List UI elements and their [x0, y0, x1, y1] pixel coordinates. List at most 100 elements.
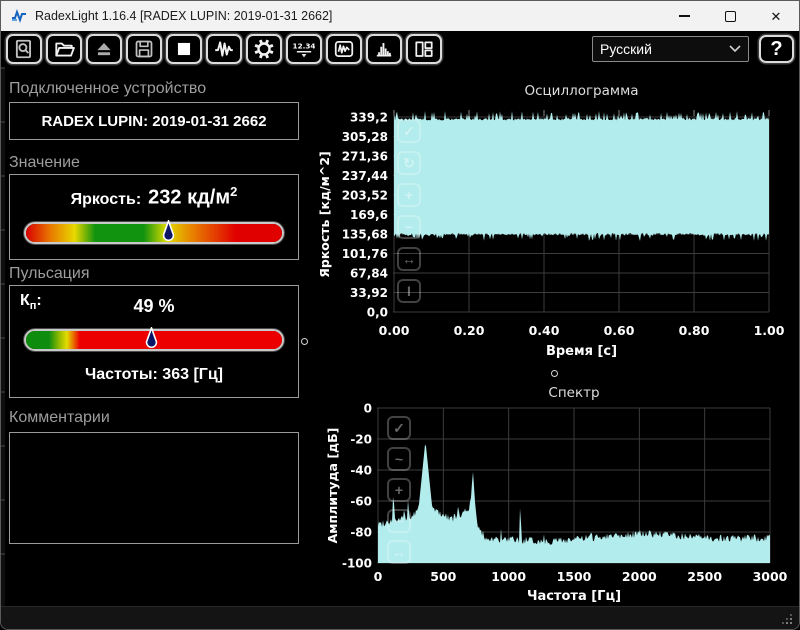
chart-tool-fit-v-icon[interactable]: I: [397, 279, 421, 303]
kp-value: 49 %: [10, 296, 298, 317]
svg-text:203,52: 203,52: [342, 189, 388, 203]
close-icon: ✕: [771, 10, 782, 23]
settings-button[interactable]: [246, 34, 282, 64]
language-select[interactable]: Русский: [592, 36, 749, 62]
pulsation-section-header: Пульсация: [9, 264, 303, 283]
chart-bars-icon: [373, 38, 395, 60]
chart-tool-plus-icon[interactable]: +: [387, 478, 411, 502]
oscillogram-chart[interactable]: 339,2305,28271,36237,44203,52169,6135,68…: [317, 83, 785, 359]
save-button[interactable]: [126, 34, 162, 64]
svg-text:237,44: 237,44: [342, 169, 388, 183]
chart-tool-fit-h-icon[interactable]: ↔: [397, 247, 421, 271]
eject-button[interactable]: [86, 34, 122, 64]
window-controls: ✕: [661, 1, 799, 31]
svg-text:67,84: 67,84: [350, 267, 388, 281]
brightness-value: 232 кд/м2: [148, 184, 237, 210]
svg-text:-60: -60: [350, 495, 372, 509]
minimize-button[interactable]: [661, 1, 707, 31]
maximize-icon: [725, 11, 736, 22]
svg-text:0: 0: [364, 402, 372, 416]
toolbar: 12.34 Русский ?: [1, 31, 799, 67]
svg-text:Яркость [кд/м^2]: Яркость [кд/м^2]: [317, 151, 332, 278]
svg-text:2000: 2000: [622, 569, 657, 584]
chart-tool-minus-icon[interactable]: −: [397, 215, 421, 239]
main-area: Подключенное устройство RADEX LUPIN: 201…: [1, 67, 799, 606]
maximize-button[interactable]: [707, 1, 753, 31]
kp-label: Кп:: [20, 292, 42, 312]
chevron-down-icon: [729, 45, 741, 53]
numeric-display-icon: 12.34: [293, 38, 315, 60]
minimize-icon: [679, 15, 690, 16]
numeric-display-button[interactable]: 12.34: [286, 34, 322, 64]
floppy-icon: [133, 38, 155, 60]
svg-text:Частота [Гц]: Частота [Гц]: [527, 589, 621, 604]
svg-text:0.00: 0.00: [379, 323, 410, 338]
svg-text:-80: -80: [350, 526, 372, 540]
stop-button[interactable]: [166, 34, 202, 64]
language-value: Русский: [600, 41, 652, 57]
svg-text:500: 500: [430, 569, 456, 584]
comments-input[interactable]: [9, 432, 299, 544]
spectrum-button[interactable]: [366, 34, 402, 64]
find-device-button[interactable]: [6, 34, 42, 64]
brightness-gauge: [24, 222, 284, 244]
pulsation-gauge: [24, 329, 284, 351]
svg-text:0.80: 0.80: [679, 323, 710, 338]
oscillogram-button[interactable]: [326, 34, 362, 64]
svg-text:1500: 1500: [557, 569, 592, 584]
svg-text:1000: 1000: [491, 569, 526, 584]
layout-button[interactable]: [406, 34, 442, 64]
status-bar: [1, 606, 799, 629]
resize-grip[interactable]: [780, 612, 792, 624]
svg-text:0.60: 0.60: [604, 323, 635, 338]
help-button[interactable]: ?: [759, 35, 794, 63]
brightness-readout: Яркость: 232 кд/м2: [10, 184, 298, 210]
svg-text:101,76: 101,76: [342, 247, 388, 261]
chart-tool-plus-icon[interactable]: +: [397, 183, 421, 207]
svg-text:33,92: 33,92: [350, 286, 388, 300]
svg-text:-100: -100: [342, 557, 372, 571]
spec-title: Спектр: [548, 385, 599, 401]
svg-text:271,36: 271,36: [342, 150, 388, 164]
svg-text:Время [с]: Время [с]: [546, 344, 617, 359]
chart-tool-refresh-icon[interactable]: ↻: [397, 151, 421, 175]
sidebar: Подключенное устройство RADEX LUPIN: 201…: [5, 67, 303, 544]
app-window: RadexLight 1.16.4 [RADEX LUPIN: 2019-01-…: [0, 0, 800, 630]
value-section-header: Значение: [9, 153, 303, 172]
oscillogram-band: [394, 111, 769, 241]
eject-icon: [93, 38, 115, 60]
pulsation-box: Кп: 49 % Частоты: 363 [Гц]: [9, 285, 299, 398]
svg-text:Амплитуда [дБ]: Амплитуда [дБ]: [325, 428, 340, 544]
chart-tool-minus-icon[interactable]: −: [387, 509, 411, 533]
chart-tool-check-icon[interactable]: ✓: [387, 416, 411, 440]
svg-text:0,0: 0,0: [367, 306, 388, 320]
close-button[interactable]: ✕: [753, 1, 799, 31]
charts-canvas[interactable]: 339,2305,28271,36237,44203,52169,6135,68…: [303, 67, 800, 607]
chart-tool-fit-h-icon[interactable]: ↔: [387, 540, 411, 564]
chart-tool-wave-icon[interactable]: ~: [387, 447, 411, 471]
chart-splitter-handle[interactable]: [551, 370, 558, 377]
svg-text:0.40: 0.40: [529, 323, 560, 338]
svg-text:339,2: 339,2: [350, 111, 388, 125]
comments-section-header: Комментарии: [9, 408, 303, 427]
signal-button[interactable]: [206, 34, 242, 64]
layout-panels-icon: [413, 38, 435, 60]
window-title: RadexLight 1.16.4 [RADEX LUPIN: 2019-01-…: [35, 9, 332, 23]
frequency-readout: Частоты: 363 [Гц]: [10, 366, 298, 384]
chart-tool-check-icon[interactable]: ✓: [397, 119, 421, 143]
chart-splitter-handle[interactable]: [301, 338, 308, 345]
chart-wave-icon: [333, 38, 355, 60]
connected-device-box: RADEX LUPIN: 2019-01-31 2662: [9, 102, 299, 140]
svg-text:-40: -40: [350, 464, 372, 478]
app-icon: [11, 8, 27, 24]
open-file-button[interactable]: [46, 34, 82, 64]
svg-text:135,68: 135,68: [342, 228, 388, 242]
brightness-gradient: [26, 224, 282, 242]
svg-text:169,6: 169,6: [350, 208, 388, 222]
device-name: RADEX LUPIN: 2019-01-31 2662: [41, 113, 266, 130]
connected-device-header: Подключенное устройство: [9, 79, 303, 98]
title-bar: RadexLight 1.16.4 [RADEX LUPIN: 2019-01-…: [1, 1, 799, 31]
svg-text:1.00: 1.00: [754, 323, 785, 338]
svg-text:0.20: 0.20: [454, 323, 485, 338]
pulsation-marker-icon: [145, 327, 158, 354]
